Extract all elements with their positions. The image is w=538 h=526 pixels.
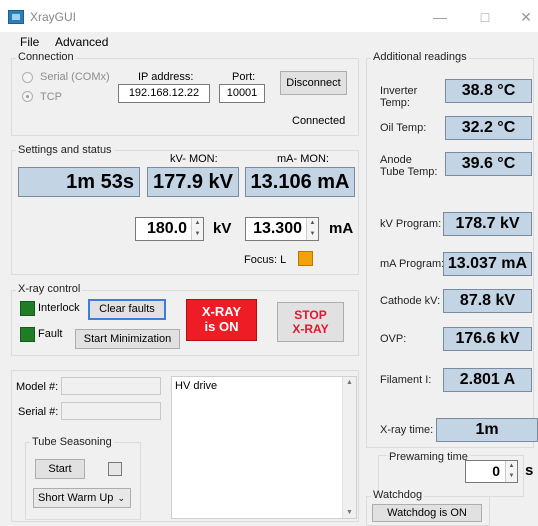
connection-title: Connection	[16, 51, 76, 63]
kv-up-icon[interactable]: ▲	[192, 218, 203, 229]
ma-setpoint-stepper[interactable]: 13.300 ▲ ▼	[245, 217, 319, 241]
xray-status-line2: is ON	[204, 319, 239, 334]
kv-monitor-readout: 177.9 kV	[147, 167, 239, 197]
additional-readings-title: Additional readings	[371, 51, 469, 63]
connection-status: Connected	[292, 115, 346, 127]
hv-drive-label: HV drive	[175, 380, 218, 392]
ip-address-label: IP address:	[138, 71, 194, 83]
fault-label: Fault	[38, 328, 63, 340]
kv-setpoint-value: 180.0	[146, 220, 187, 237]
prewarming-down-icon[interactable]: ▼	[506, 471, 517, 481]
reading-label: Anode Tube Temp:	[380, 154, 438, 178]
settings-title: Settings and status	[16, 144, 114, 156]
focus-label: Focus: L	[244, 254, 287, 266]
watchdog-title: Watchdog	[371, 489, 425, 501]
hv-drive-scrollbar[interactable]: ▲ ▼	[342, 377, 356, 518]
maximize-button[interactable]: □	[475, 8, 495, 26]
ma-monitor-readout: 13.106 mA	[245, 167, 355, 197]
ma-mon-label: mA- MON:	[277, 153, 329, 165]
prewarming-stepper[interactable]: 0 ▲ ▼	[465, 460, 518, 483]
scroll-down-icon[interactable]: ▼	[343, 509, 356, 516]
model-label: Model #:	[16, 381, 59, 393]
ma-setpoint-value: 13.300	[253, 220, 302, 237]
window-title: XrayGUI	[30, 10, 77, 24]
kv-spin-buttons[interactable]: ▲ ▼	[191, 218, 203, 240]
fault-led	[20, 327, 35, 342]
reading-value: 176.6 kV	[443, 327, 532, 351]
reading-value: 39.6 °C	[445, 152, 532, 176]
kv-down-icon[interactable]: ▼	[192, 229, 203, 240]
disconnect-button[interactable]: Disconnect	[280, 71, 347, 95]
app-icon	[8, 10, 24, 24]
reading-value: 32.2 °C	[445, 116, 532, 140]
title-bar	[0, 0, 538, 32]
elapsed-time-readout: 1m 53s	[18, 167, 140, 197]
xray-control-title: X-ray control	[16, 283, 83, 295]
reading-value: 13.037 mA	[443, 252, 532, 276]
reading-label: kV Program:	[380, 218, 442, 230]
prewarming-spin-buttons[interactable]: ▲ ▼	[505, 461, 517, 482]
stop-line2: X-RAY	[292, 322, 329, 336]
serial-label: Serial (COMx)	[40, 71, 110, 83]
ma-down-icon[interactable]: ▼	[307, 229, 318, 240]
port-field[interactable]: 10001	[219, 84, 265, 103]
reading-label: Inverter Temp:	[380, 85, 418, 109]
reading-value: 38.8 °C	[445, 79, 532, 103]
tcp-radio[interactable]	[22, 91, 33, 102]
ma-spin-buttons[interactable]: ▲ ▼	[306, 218, 318, 240]
watchdog-status-button[interactable]: Watchdog is ON	[372, 504, 482, 522]
stop-xray-button[interactable]: STOP X-RAY	[277, 302, 344, 342]
reading-label: OVP:	[380, 333, 407, 345]
focus-indicator	[298, 251, 313, 266]
interlock-led	[20, 301, 35, 316]
prewarming-unit: s	[525, 462, 534, 479]
interlock-label: Interlock	[38, 302, 80, 314]
xray-status-line1: X-RAY	[201, 304, 242, 319]
kv-mon-label: kV- MON:	[170, 153, 218, 165]
close-button[interactable]: ✕	[516, 8, 536, 26]
reading-label: mA Program:	[380, 258, 445, 270]
reading-value: 178.7 kV	[443, 212, 532, 236]
reading-label: Oil Temp:	[380, 122, 427, 134]
model-field[interactable]	[61, 377, 161, 395]
seasoning-mode-select[interactable]: Short Warm Up ⌄	[33, 488, 131, 508]
menu-advanced[interactable]: Advanced	[55, 35, 108, 49]
chevron-down-icon: ⌄	[117, 493, 125, 503]
seasoning-mode-value: Short Warm Up	[38, 492, 114, 504]
stop-line1: STOP	[294, 308, 327, 322]
prewarming-up-icon[interactable]: ▲	[506, 461, 517, 471]
ma-up-icon[interactable]: ▲	[307, 218, 318, 229]
kv-setpoint-stepper[interactable]: 180.0 ▲ ▼	[135, 217, 204, 241]
hv-drive-panel[interactable]: HV drive ▲ ▼	[171, 376, 357, 519]
seasoning-start-button[interactable]: Start	[35, 459, 85, 479]
menu-file[interactable]: File	[20, 35, 39, 49]
reading-value: 2.801 A	[443, 368, 532, 392]
xray-status-indicator: X-RAY is ON	[186, 299, 257, 341]
tcp-label: TCP	[40, 91, 62, 103]
reading-value: 1m	[436, 418, 538, 442]
prewarming-value: 0	[492, 463, 500, 479]
serial-number-label: Serial #:	[18, 406, 59, 418]
ip-address-field[interactable]: 192.168.12.22	[118, 84, 210, 103]
start-minimization-button[interactable]: Start Minimization	[75, 329, 180, 349]
reading-label: Filament I:	[380, 374, 432, 386]
seasoning-checkbox[interactable]	[108, 462, 122, 476]
minimize-button[interactable]: —	[430, 8, 450, 26]
reading-label: Cathode kV:	[380, 295, 441, 307]
prewarming-title: Prewaming time	[387, 451, 470, 463]
kv-unit: kV	[213, 220, 232, 237]
tube-seasoning-group	[25, 442, 141, 520]
reading-value: 87.8 kV	[443, 289, 532, 313]
tube-seasoning-title: Tube Seasoning	[30, 436, 114, 448]
serial-number-field[interactable]	[61, 402, 161, 420]
serial-radio[interactable]	[22, 72, 33, 83]
scroll-up-icon[interactable]: ▲	[343, 377, 356, 386]
clear-faults-button[interactable]: Clear faults	[88, 299, 166, 320]
port-label: Port:	[232, 71, 256, 83]
ma-unit: mA	[329, 220, 354, 237]
